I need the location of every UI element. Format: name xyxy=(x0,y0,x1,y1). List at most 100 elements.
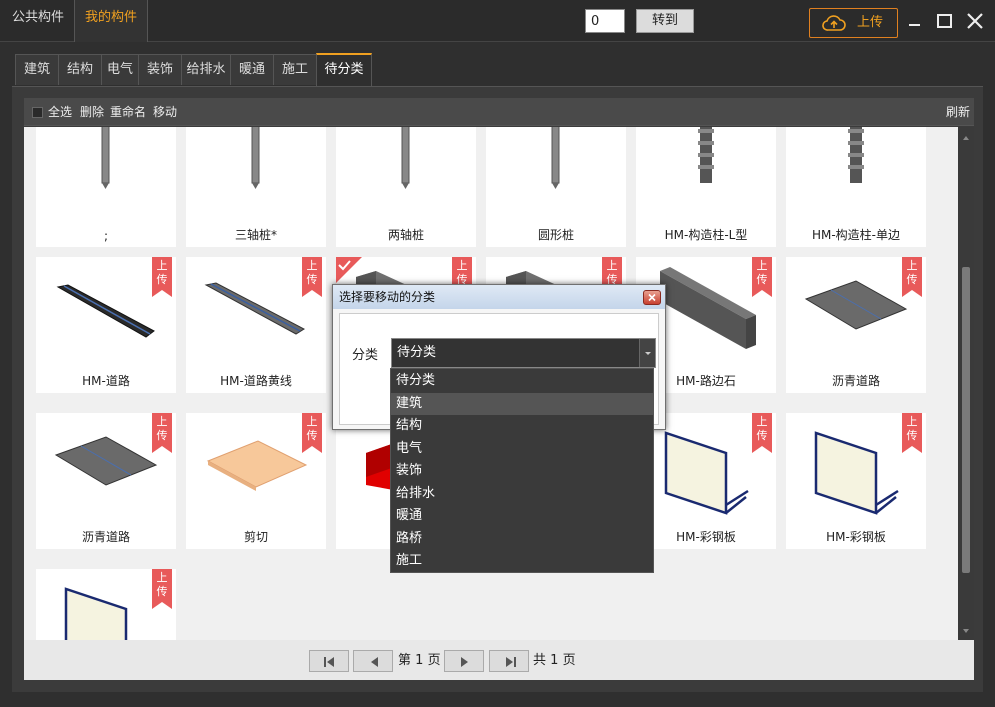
pile-icon xyxy=(101,127,110,189)
ribbon-text: 传 xyxy=(306,429,318,442)
uploaded-ribbon: 上传 xyxy=(302,257,322,297)
ribbon-text: 上 xyxy=(756,259,768,272)
scroll-up-icon[interactable] xyxy=(958,131,974,145)
uploaded-ribbon: 上传 xyxy=(752,413,772,453)
refresh-button[interactable]: 刷新 xyxy=(946,98,970,126)
ribbon-text: 上 xyxy=(606,259,618,272)
component-card[interactable]: 上传 xyxy=(36,569,176,640)
rename-button[interactable]: 重命名 xyxy=(110,98,146,126)
component-label: ; xyxy=(103,229,109,243)
ribbon-text: 传 xyxy=(156,429,168,442)
scroll-thumb[interactable] xyxy=(962,267,970,573)
uploaded-ribbon: 上传 xyxy=(902,257,922,297)
ribbon-text: 上 xyxy=(156,571,168,584)
category-tab[interactable]: 给排水 xyxy=(181,54,231,85)
ribbon-text: 上 xyxy=(906,259,918,272)
component-card[interactable]: 两轴桩 xyxy=(336,127,476,247)
component-card[interactable]: 上传沥青道路 xyxy=(36,413,176,549)
component-card[interactable]: 上传沥青道路 xyxy=(786,257,926,393)
ribbon-text: 传 xyxy=(906,273,918,286)
dialog-close-button[interactable] xyxy=(643,290,661,305)
pile-icon xyxy=(551,127,560,189)
category-select-value: 待分类 xyxy=(397,345,437,360)
upload-button[interactable]: 上传 xyxy=(809,8,898,38)
category-option[interactable]: 施工 xyxy=(391,550,653,572)
column-icon xyxy=(848,127,864,183)
component-card[interactable]: 上传 HM-道路黄线 xyxy=(186,257,326,393)
category-option[interactable]: 电气 xyxy=(391,438,653,460)
tab-my-components[interactable]: 我的构件 xyxy=(74,0,149,42)
category-option[interactable]: 路桥 xyxy=(391,528,653,550)
uploaded-ribbon: 上传 xyxy=(902,413,922,453)
title-bar: 公共构件 我的构件 上传 xyxy=(0,0,995,42)
category-option[interactable]: 结构 xyxy=(391,415,653,437)
category-option[interactable]: 给排水 xyxy=(391,483,653,505)
uploaded-ribbon: 上传 xyxy=(152,257,172,297)
component-card[interactable]: 上传 HM-彩钢板 xyxy=(636,413,776,549)
scrollbar[interactable] xyxy=(958,127,974,640)
ribbon-text: 传 xyxy=(906,429,918,442)
ribbon-text: 上 xyxy=(456,259,468,272)
scroll-down-icon[interactable] xyxy=(958,624,974,638)
prev-page-button[interactable] xyxy=(353,650,393,672)
ribbon-text: 上 xyxy=(756,415,768,428)
first-page-button[interactable] xyxy=(309,650,349,672)
component-label: 两轴桩 xyxy=(387,228,424,242)
category-tab[interactable]: 结构 xyxy=(58,54,102,85)
delete-button[interactable]: 删除 xyxy=(80,98,104,126)
last-page-button[interactable] xyxy=(489,650,529,672)
close-button[interactable] xyxy=(964,10,986,32)
component-card[interactable]: 三轴桩* xyxy=(186,127,326,247)
component-card[interactable]: 上传剪切 xyxy=(186,413,326,549)
category-tab[interactable]: 暖通 xyxy=(230,54,274,85)
component-label: HM-彩钢板 xyxy=(676,530,736,544)
category-tab[interactable]: 施工 xyxy=(273,54,317,85)
total-pages: 共 1 页 xyxy=(533,653,576,668)
category-select[interactable]: 待分类 xyxy=(391,338,656,368)
category-option[interactable]: 暖通 xyxy=(391,505,653,527)
uploaded-ribbon: 上传 xyxy=(152,569,172,609)
tab-public-components[interactable]: 公共构件 xyxy=(2,0,74,42)
checkmark-icon xyxy=(336,257,362,283)
pile-icon xyxy=(401,127,410,189)
toolbar: 全选 删除 重命名 移动 刷新 xyxy=(24,98,974,126)
upload-label: 上传 xyxy=(856,15,883,30)
move-button[interactable]: 移动 xyxy=(153,98,177,126)
component-card[interactable]: 上传 HM-彩钢板 xyxy=(786,413,926,549)
component-label: 剪切 xyxy=(243,530,268,544)
prev-page-icon xyxy=(371,657,378,667)
ribbon-text: 上 xyxy=(306,415,318,428)
ribbon-text: 传 xyxy=(156,585,168,598)
ribbon-text: 传 xyxy=(756,429,768,442)
select-all-checkbox[interactable] xyxy=(32,107,43,118)
page-indicator: 第 1 页 xyxy=(398,653,441,668)
category-option[interactable]: 建筑 xyxy=(391,392,653,415)
select-all-button[interactable]: 全选 xyxy=(48,98,72,126)
next-page-button[interactable] xyxy=(444,650,484,672)
category-option[interactable]: 待分类 xyxy=(391,370,653,392)
last-page-icon xyxy=(506,657,516,667)
component-card[interactable]: HM-构造柱-L型 xyxy=(636,127,776,247)
component-card[interactable]: 圆形桩 xyxy=(486,127,626,247)
uploaded-ribbon: 上传 xyxy=(152,413,172,453)
category-tab[interactable]: 待分类 xyxy=(316,53,372,86)
category-option[interactable]: 装饰 xyxy=(391,460,653,482)
component-label: HM-构造柱-单边 xyxy=(811,228,901,242)
maximize-button[interactable] xyxy=(934,10,956,32)
category-dropdown-list: 待分类 建筑 结构 电气 装饰 给排水 暖通 路桥 施工 xyxy=(390,368,654,573)
goto-button[interactable]: 转到 xyxy=(636,9,694,33)
page-number-input[interactable] xyxy=(585,9,625,33)
component-card[interactable]: 上传 HM-道路 xyxy=(36,257,176,393)
ribbon-text: 上 xyxy=(906,415,918,428)
ribbon-text: 传 xyxy=(156,273,168,286)
category-tab[interactable]: 电气 xyxy=(101,54,139,85)
category-tab[interactable]: 装饰 xyxy=(138,54,182,85)
next-page-icon xyxy=(461,657,468,667)
component-label: 三轴桩* xyxy=(234,228,277,242)
category-tab[interactable]: 建筑 xyxy=(15,54,59,85)
component-card[interactable]: HM-构造柱-单边 xyxy=(786,127,926,247)
component-card[interactable]: ; xyxy=(36,127,176,247)
dropdown-arrow-icon[interactable] xyxy=(639,339,655,367)
minimize-button[interactable] xyxy=(904,10,926,32)
minimize-icon xyxy=(909,24,920,26)
